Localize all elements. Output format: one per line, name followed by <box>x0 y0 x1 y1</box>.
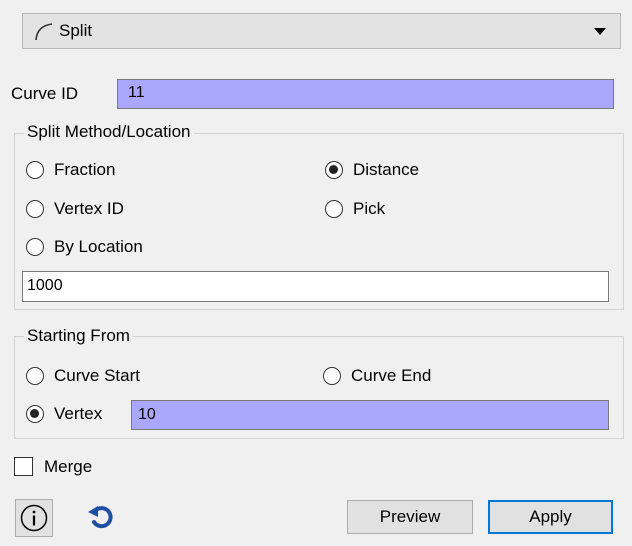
radio-by-location[interactable]: By Location <box>26 237 143 257</box>
radio-fraction-label: Fraction <box>54 160 116 179</box>
radio-vertex[interactable]: Vertex <box>26 404 102 424</box>
curve-id-input[interactable]: 11 <box>117 79 614 109</box>
radio-vertex-id-label: Vertex ID <box>54 199 124 218</box>
radio-by-location-label: By Location <box>54 237 143 256</box>
radio-curve-start-label: Curve Start <box>54 366 140 385</box>
reset-button[interactable] <box>84 500 120 536</box>
vertex-input[interactable]: 10 <box>131 400 609 430</box>
chevron-down-icon <box>594 28 606 35</box>
preview-button[interactable]: Preview <box>347 500 473 534</box>
split-value-input[interactable]: 1000 <box>22 271 609 302</box>
radio-fraction[interactable]: Fraction <box>26 160 115 180</box>
radio-curve-end-label: Curve End <box>351 366 432 385</box>
starting-from-title: Starting From <box>24 326 133 346</box>
info-button[interactable] <box>15 499 53 537</box>
info-icon <box>20 504 48 532</box>
radio-distance-label: Distance <box>353 160 420 179</box>
radio-pick-circle <box>325 200 343 218</box>
radio-distance[interactable]: Distance <box>325 160 419 180</box>
radio-curve-end[interactable]: Curve End <box>323 366 431 386</box>
reset-icon <box>88 506 113 529</box>
curve-arc-icon <box>35 23 53 41</box>
radio-pick-label: Pick <box>353 199 386 218</box>
curve-id-label: Curve ID <box>11 84 79 103</box>
split-method-title: Split Method/Location <box>24 122 194 142</box>
radio-by-location-circle <box>26 238 44 256</box>
merge-label: Merge <box>44 457 93 476</box>
radio-distance-circle <box>325 161 343 179</box>
radio-fraction-circle <box>26 161 44 179</box>
merge-checkbox[interactable] <box>14 457 33 476</box>
radio-vertex-circle <box>26 405 44 423</box>
radio-vertex-id-circle <box>26 200 44 218</box>
apply-button[interactable]: Apply <box>488 500 613 534</box>
radio-curve-start[interactable]: Curve Start <box>26 366 140 386</box>
operation-dropdown[interactable]: Split <box>22 13 621 49</box>
radio-vertex-id[interactable]: Vertex ID <box>26 199 124 219</box>
operation-selected-label: Split <box>59 21 93 40</box>
radio-pick[interactable]: Pick <box>325 199 385 219</box>
radio-curve-end-circle <box>323 367 341 385</box>
radio-curve-start-circle <box>26 367 44 385</box>
radio-vertex-label: Vertex <box>54 404 103 423</box>
